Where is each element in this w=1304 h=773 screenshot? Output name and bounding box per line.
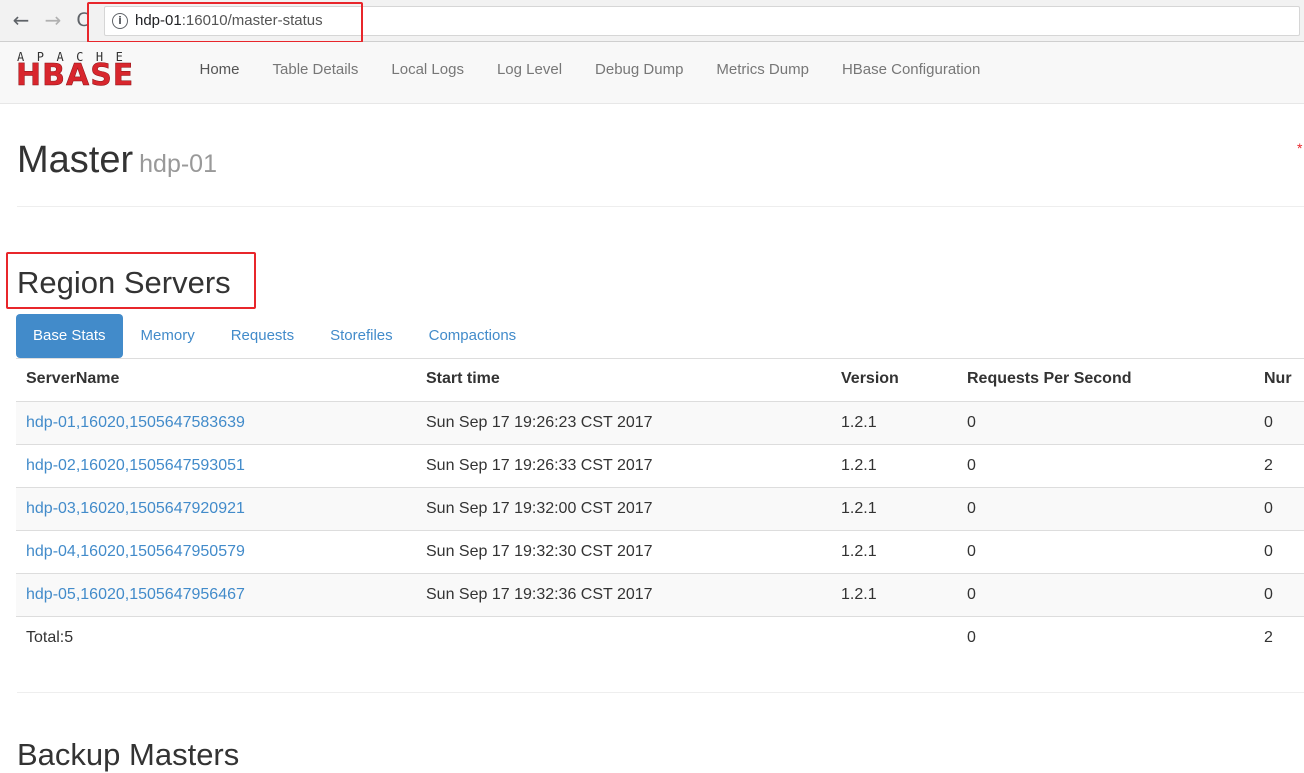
table-row: hdp-04,16020,1505647950579 Sun Sep 17 19… xyxy=(16,530,1304,573)
total-label: Total:5 xyxy=(26,629,74,646)
tab-compactions[interactable]: Compactions xyxy=(411,314,535,358)
col-num-regions: Nur xyxy=(1264,370,1292,387)
table-row: hdp-01,16020,1505647583639 Sun Sep 17 19… xyxy=(16,401,1304,444)
col-requests-per-second: Requests Per Second xyxy=(967,370,1132,387)
start-time-cell: Sun Sep 17 19:32:00 CST 2017 xyxy=(426,500,653,517)
address-bar[interactable]: i hdp-01:16010/master-status xyxy=(104,6,1300,36)
start-time-cell: Sun Sep 17 19:32:30 CST 2017 xyxy=(426,543,653,560)
table-total-row: Total:5 0 2 xyxy=(16,616,1304,659)
section-divider xyxy=(17,692,1304,693)
browser-toolbar: ← → C i hdp-01:16010/master-status xyxy=(0,0,1304,42)
info-icon[interactable]: i xyxy=(112,13,128,29)
rps-cell: 0 xyxy=(967,457,976,474)
nav-metrics-dump[interactable]: Metrics Dump xyxy=(700,42,826,104)
hbase-logo[interactable]: APACHE HBASE xyxy=(16,50,169,93)
server-link[interactable]: hdp-02,16020,1505647593051 xyxy=(26,457,245,474)
num-cell: 2 xyxy=(1264,457,1273,474)
reload-icon[interactable]: C xyxy=(71,8,95,32)
url-text[interactable]: hdp-01:16010/master-status xyxy=(135,12,323,29)
logo-hbase-text: HBASE xyxy=(16,58,135,93)
version-cell: 1.2.1 xyxy=(841,457,877,474)
tab-memory[interactable]: Memory xyxy=(123,314,213,358)
server-link[interactable]: hdp-05,16020,1505647956467 xyxy=(26,586,245,603)
tab-base-stats[interactable]: Base Stats xyxy=(16,314,123,358)
table-row: hdp-05,16020,1505647956467 Sun Sep 17 19… xyxy=(16,573,1304,616)
version-cell: 1.2.1 xyxy=(841,414,877,431)
version-cell: 1.2.1 xyxy=(841,543,877,560)
region-servers-title: Region Servers xyxy=(17,265,231,300)
nav-log-level[interactable]: Log Level xyxy=(480,42,578,104)
rps-cell: 0 xyxy=(967,543,976,560)
region-server-tabs: Base Stats Memory Requests Storefiles Co… xyxy=(16,314,534,358)
tab-storefiles[interactable]: Storefiles xyxy=(312,314,411,358)
edge-marker: * xyxy=(1297,140,1303,156)
server-link[interactable]: hdp-01,16020,1505647583639 xyxy=(26,414,245,431)
num-cell: 0 xyxy=(1264,500,1273,517)
total-rps: 0 xyxy=(967,629,976,646)
version-cell: 1.2.1 xyxy=(841,586,877,603)
region-servers-table: ServerName Start time Version Requests P… xyxy=(16,358,1304,659)
nav-links: Home Table Details Local Logs Log Level … xyxy=(183,42,997,104)
page-title: Master hdp-01 xyxy=(17,139,217,182)
num-cell: 0 xyxy=(1264,586,1273,603)
nav-local-logs[interactable]: Local Logs xyxy=(375,42,481,104)
col-server-name: ServerName xyxy=(26,370,120,387)
header-divider xyxy=(17,206,1304,207)
version-cell: 1.2.1 xyxy=(841,500,877,517)
rps-cell: 0 xyxy=(967,586,976,603)
start-time-cell: Sun Sep 17 19:26:33 CST 2017 xyxy=(426,457,653,474)
col-start-time: Start time xyxy=(426,370,500,387)
col-version: Version xyxy=(841,370,899,387)
top-navbar: APACHE HBASE Home Table Details Local Lo… xyxy=(0,42,1304,104)
table-row: hdp-03,16020,1505647920921 Sun Sep 17 19… xyxy=(16,487,1304,530)
total-num: 2 xyxy=(1264,629,1273,646)
start-time-cell: Sun Sep 17 19:32:36 CST 2017 xyxy=(426,586,653,603)
server-link[interactable]: hdp-04,16020,1505647950579 xyxy=(26,543,245,560)
forward-arrow-icon[interactable]: → xyxy=(41,8,65,32)
page-title-text: Master xyxy=(17,139,134,181)
back-arrow-icon[interactable]: ← xyxy=(9,8,33,32)
num-cell: 0 xyxy=(1264,414,1273,431)
nav-home[interactable]: Home xyxy=(183,42,256,104)
url-path: :16010/master-status xyxy=(181,12,323,29)
rps-cell: 0 xyxy=(967,500,976,517)
num-cell: 0 xyxy=(1264,543,1273,560)
nav-table-details[interactable]: Table Details xyxy=(256,42,375,104)
nav-hbase-configuration[interactable]: HBase Configuration xyxy=(825,42,996,104)
table-row: hdp-02,16020,1505647593051 Sun Sep 17 19… xyxy=(16,444,1304,487)
tab-requests[interactable]: Requests xyxy=(213,314,312,358)
table-header-row: ServerName Start time Version Requests P… xyxy=(16,358,1304,401)
url-host: hdp-01 xyxy=(135,12,182,29)
page-subtitle: hdp-01 xyxy=(139,150,217,178)
server-link[interactable]: hdp-03,16020,1505647920921 xyxy=(26,500,245,517)
rps-cell: 0 xyxy=(967,414,976,431)
backup-masters-title: Backup Masters xyxy=(17,737,240,772)
nav-debug-dump[interactable]: Debug Dump xyxy=(579,42,700,104)
start-time-cell: Sun Sep 17 19:26:23 CST 2017 xyxy=(426,414,653,431)
